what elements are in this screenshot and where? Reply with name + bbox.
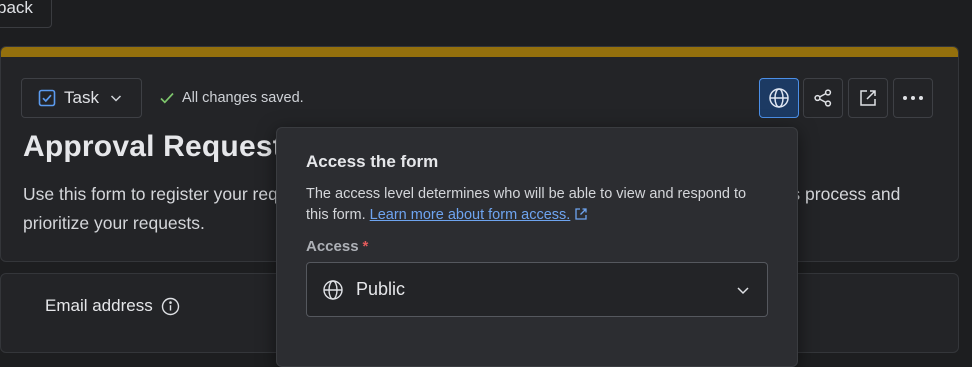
access-label-text: Access xyxy=(306,238,359,255)
globe-button[interactable] xyxy=(759,78,799,118)
question-label: Email address xyxy=(45,296,180,316)
check-icon xyxy=(159,90,175,106)
external-link-icon xyxy=(574,207,588,221)
back-button-label: back xyxy=(0,0,33,17)
more-button[interactable] xyxy=(893,78,933,118)
checkbox-icon xyxy=(38,89,56,107)
access-popover: Access the form The access level determi… xyxy=(276,127,798,367)
learn-more-link[interactable]: Learn more about form access. xyxy=(370,207,571,223)
ellipsis-icon xyxy=(902,95,924,101)
share-icon xyxy=(813,88,833,108)
globe-icon xyxy=(322,279,344,301)
access-select-value: Public xyxy=(356,279,406,299)
open-external-button[interactable] xyxy=(848,78,888,118)
header-accent-bar xyxy=(1,47,958,57)
back-button[interactable]: back xyxy=(0,0,52,28)
info-icon[interactable] xyxy=(161,297,180,316)
popover-title: Access the form xyxy=(306,152,439,171)
item-type-label: Task xyxy=(64,88,99,107)
save-status: All changes saved. xyxy=(159,90,304,106)
question-label-text: Email address xyxy=(45,296,153,315)
chevron-down-icon xyxy=(109,91,123,105)
external-link-icon xyxy=(858,88,878,108)
form-title: Approval Requests xyxy=(23,130,300,163)
globe-icon xyxy=(768,87,790,109)
required-marker: * xyxy=(362,238,369,255)
item-type-dropdown[interactable]: Task xyxy=(21,78,142,118)
popover-description: The access level determines who will be … xyxy=(306,184,766,226)
save-status-text: All changes saved. xyxy=(182,90,304,106)
access-field-label: Access * xyxy=(306,238,368,255)
share-button[interactable] xyxy=(803,78,843,118)
access-select[interactable]: Public xyxy=(306,262,768,317)
chevron-down-icon xyxy=(735,282,751,298)
